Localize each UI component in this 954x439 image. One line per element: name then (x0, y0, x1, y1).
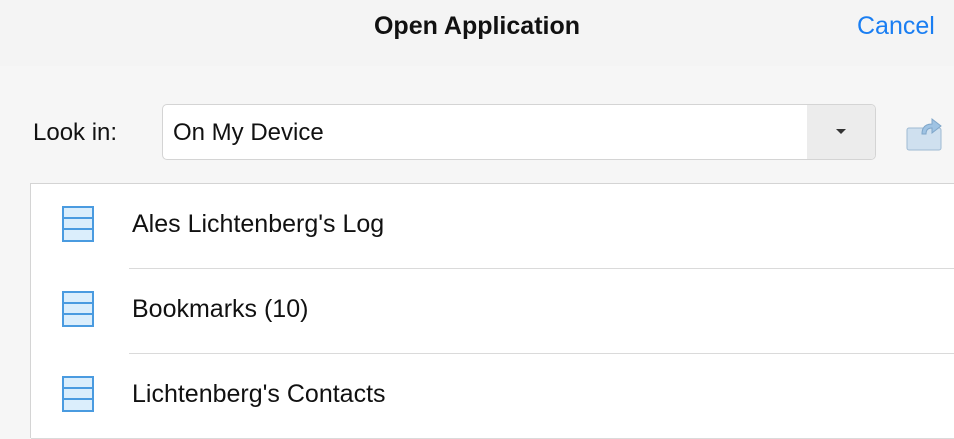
database-file-icon (62, 291, 94, 327)
file-name: Bookmarks (10) (132, 295, 309, 323)
folder-up-icon (906, 117, 942, 151)
dropdown-arrow-button[interactable] (807, 105, 875, 159)
cancel-button[interactable]: Cancel (857, 12, 935, 41)
chevron-down-icon (836, 129, 846, 134)
file-name: Ales Lichtenberg's Log (132, 210, 385, 238)
dialog-header: Open Application Cancel (0, 0, 954, 66)
database-file-icon (62, 206, 94, 242)
look-in-dropdown[interactable]: On My Device (162, 104, 876, 160)
file-name: Lichtenberg's Contacts (132, 380, 386, 408)
look-in-row: Look in: On My Device (0, 96, 954, 170)
list-item[interactable]: Bookmarks (10) (31, 269, 954, 353)
look-in-selected-value: On My Device (173, 119, 324, 146)
look-in-label: Look in: (33, 119, 118, 146)
database-file-icon (62, 376, 94, 412)
folder-up-button[interactable] (904, 114, 944, 152)
file-list: Ales Lichtenberg's Log Bookmarks (10) Li… (30, 183, 954, 439)
list-item[interactable]: Lichtenberg's Contacts (31, 354, 954, 438)
list-item[interactable]: Ales Lichtenberg's Log (31, 184, 954, 268)
dialog-title: Open Application (373, 12, 581, 40)
